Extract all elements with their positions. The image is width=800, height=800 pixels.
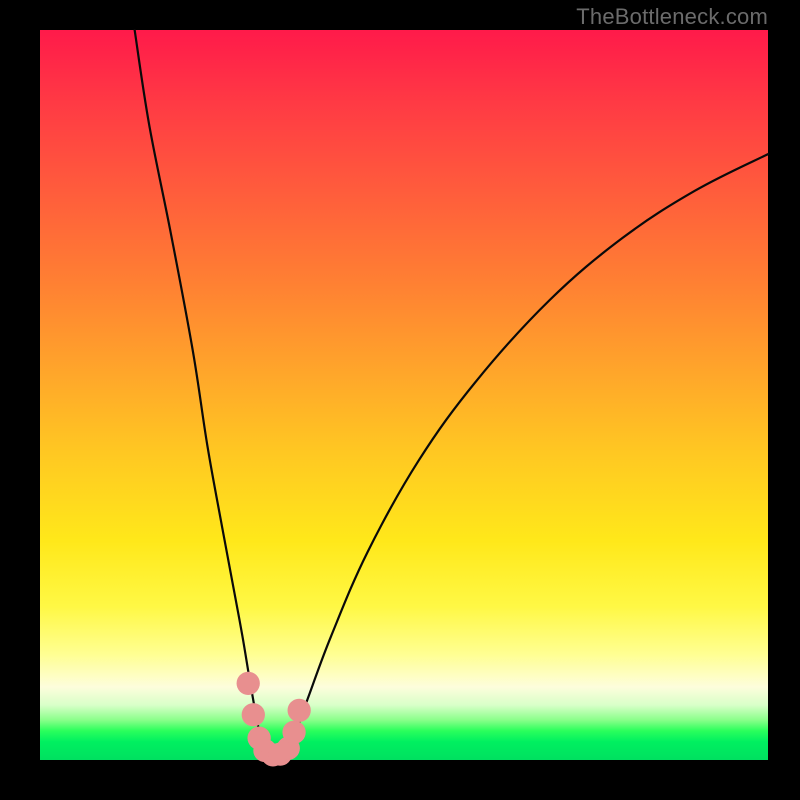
data-marker [282, 721, 305, 744]
data-markers [237, 672, 311, 767]
data-marker [242, 703, 265, 726]
data-marker [288, 699, 311, 722]
curve-left-branch [135, 30, 264, 749]
watermark-text: TheBottleneck.com [576, 4, 768, 30]
data-marker [237, 672, 260, 695]
chart-frame: TheBottleneck.com [0, 0, 800, 800]
curve-right-branch [290, 154, 768, 749]
plot-area [40, 30, 768, 760]
curve-layer [40, 30, 768, 760]
